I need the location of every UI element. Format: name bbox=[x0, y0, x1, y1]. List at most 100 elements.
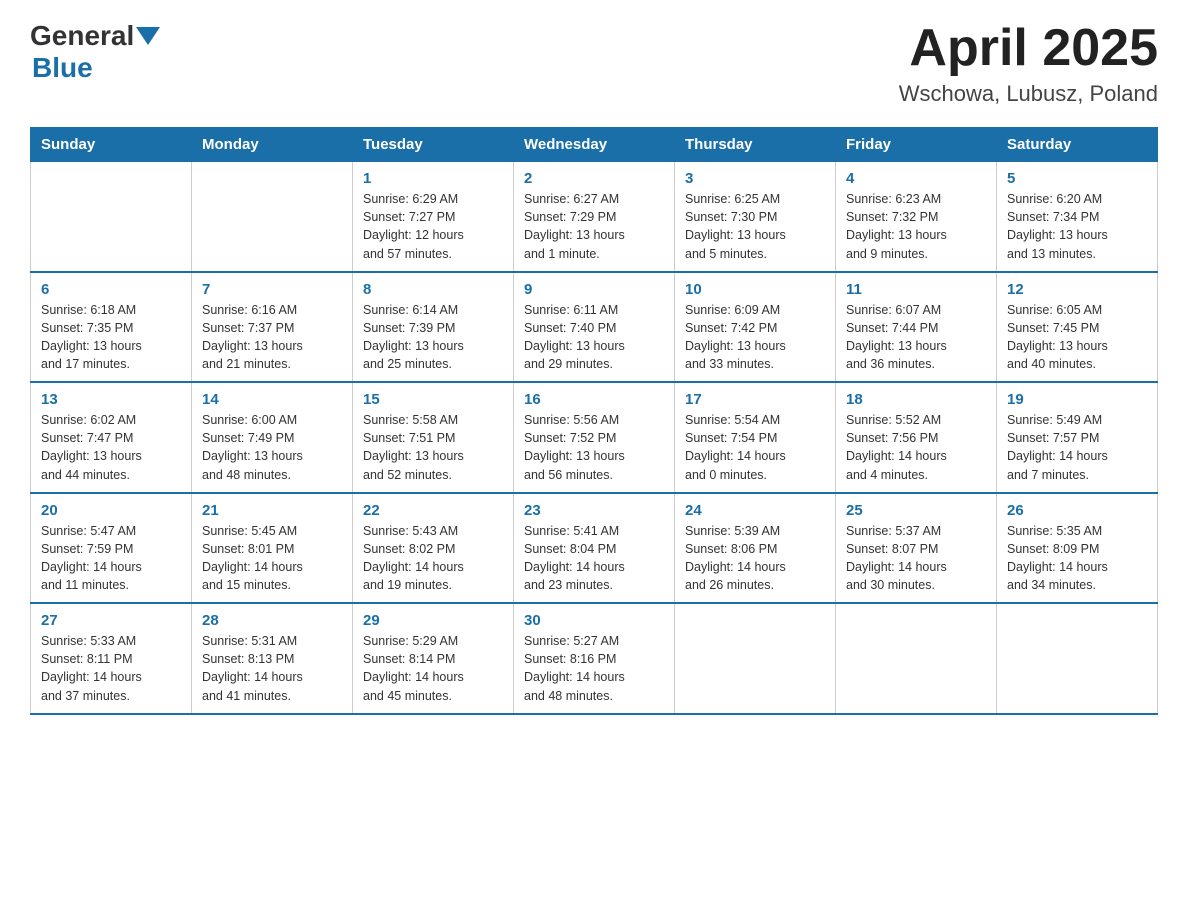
calendar-cell: 22 Sunrise: 5:43 AM Sunset: 8:02 PM Dayli… bbox=[353, 493, 514, 604]
calendar-header-row: SundayMondayTuesdayWednesdayThursdayFrid… bbox=[31, 128, 1158, 162]
calendar-cell: 12 Sunrise: 6:05 AM Sunset: 7:45 PM Dayli… bbox=[997, 272, 1158, 383]
day-number: 19 bbox=[1007, 391, 1147, 408]
day-number: 23 bbox=[524, 502, 664, 519]
day-info: Sunrise: 6:18 AM Sunset: 7:35 PM Dayligh… bbox=[41, 301, 181, 374]
calendar-cell: 16Sunrise: 5:56 AM Sunset: 7:52 PM Dayli… bbox=[514, 382, 675, 493]
day-info: Sunrise: 6:11 AM Sunset: 7:40 PM Dayligh… bbox=[524, 301, 664, 374]
day-number: 20 bbox=[41, 502, 181, 519]
month-title: April 2025 bbox=[899, 20, 1158, 77]
day-info: Sunrise: 5:29 AM Sunset: 8:14 PM Dayligh… bbox=[363, 632, 503, 705]
day-info: Sunrise: 6:14 AM Sunset: 7:39 PM Dayligh… bbox=[363, 301, 503, 374]
day-number: 29 bbox=[363, 612, 503, 629]
day-number: 6 bbox=[41, 281, 181, 298]
calendar-cell: 26 Sunrise: 5:35 AM Sunset: 8:09 PM Dayli… bbox=[997, 493, 1158, 604]
calendar-cell: 29 Sunrise: 5:29 AM Sunset: 8:14 PM Dayli… bbox=[353, 603, 514, 714]
calendar-cell: 4 Sunrise: 6:23 AM Sunset: 7:32 PM Daylig… bbox=[836, 162, 997, 272]
column-header-saturday: Saturday bbox=[997, 128, 1158, 162]
calendar-cell: 13 Sunrise: 6:02 AM Sunset: 7:47 PM Dayli… bbox=[31, 382, 192, 493]
day-number: 4 bbox=[846, 170, 986, 187]
column-header-monday: Monday bbox=[192, 128, 353, 162]
calendar-week-row: 27 Sunrise: 5:33 AM Sunset: 8:11 PM Dayli… bbox=[31, 603, 1158, 714]
day-info: Sunrise: 5:45 AM Sunset: 8:01 PM Dayligh… bbox=[202, 522, 342, 595]
day-info: Sunrise: 6:25 AM Sunset: 7:30 PM Dayligh… bbox=[685, 190, 825, 263]
column-header-sunday: Sunday bbox=[31, 128, 192, 162]
day-info: Sunrise: 5:43 AM Sunset: 8:02 PM Dayligh… bbox=[363, 522, 503, 595]
calendar-table: SundayMondayTuesdayWednesdayThursdayFrid… bbox=[30, 127, 1158, 715]
calendar-cell: 11Sunrise: 6:07 AM Sunset: 7:44 PM Dayli… bbox=[836, 272, 997, 383]
day-info: Sunrise: 5:33 AM Sunset: 8:11 PM Dayligh… bbox=[41, 632, 181, 705]
day-info: Sunrise: 6:00 AM Sunset: 7:49 PM Dayligh… bbox=[202, 411, 342, 484]
day-number: 5 bbox=[1007, 170, 1147, 187]
calendar-cell: 7 Sunrise: 6:16 AM Sunset: 7:37 PM Daylig… bbox=[192, 272, 353, 383]
day-number: 21 bbox=[202, 502, 342, 519]
calendar-week-row: 1 Sunrise: 6:29 AM Sunset: 7:27 PM Daylig… bbox=[31, 162, 1158, 272]
title-block: April 2025 Wschowa, Lubusz, Poland bbox=[899, 20, 1158, 107]
column-header-wednesday: Wednesday bbox=[514, 128, 675, 162]
logo-blue-text: Blue bbox=[32, 52, 93, 83]
calendar-cell bbox=[836, 603, 997, 714]
column-header-friday: Friday bbox=[836, 128, 997, 162]
day-info: Sunrise: 5:39 AM Sunset: 8:06 PM Dayligh… bbox=[685, 522, 825, 595]
day-number: 3 bbox=[685, 170, 825, 187]
day-number: 15 bbox=[363, 391, 503, 408]
calendar-week-row: 20 Sunrise: 5:47 AM Sunset: 7:59 PM Dayli… bbox=[31, 493, 1158, 604]
column-header-tuesday: Tuesday bbox=[353, 128, 514, 162]
day-number: 10 bbox=[685, 281, 825, 298]
day-number: 12 bbox=[1007, 281, 1147, 298]
day-number: 30 bbox=[524, 612, 664, 629]
day-number: 2 bbox=[524, 170, 664, 187]
calendar-week-row: 13 Sunrise: 6:02 AM Sunset: 7:47 PM Dayli… bbox=[31, 382, 1158, 493]
day-number: 27 bbox=[41, 612, 181, 629]
calendar-cell: 6 Sunrise: 6:18 AM Sunset: 7:35 PM Daylig… bbox=[31, 272, 192, 383]
day-info: Sunrise: 5:58 AM Sunset: 7:51 PM Dayligh… bbox=[363, 411, 503, 484]
day-number: 17 bbox=[685, 391, 825, 408]
day-info: Sunrise: 6:16 AM Sunset: 7:37 PM Dayligh… bbox=[202, 301, 342, 374]
day-number: 8 bbox=[363, 281, 503, 298]
day-info: Sunrise: 5:37 AM Sunset: 8:07 PM Dayligh… bbox=[846, 522, 986, 595]
day-info: Sunrise: 5:54 AM Sunset: 7:54 PM Dayligh… bbox=[685, 411, 825, 484]
day-number: 28 bbox=[202, 612, 342, 629]
calendar-cell bbox=[997, 603, 1158, 714]
calendar-cell: 9 Sunrise: 6:11 AM Sunset: 7:40 PM Daylig… bbox=[514, 272, 675, 383]
day-info: Sunrise: 5:35 AM Sunset: 8:09 PM Dayligh… bbox=[1007, 522, 1147, 595]
day-info: Sunrise: 5:27 AM Sunset: 8:16 PM Dayligh… bbox=[524, 632, 664, 705]
calendar-cell: 3 Sunrise: 6:25 AM Sunset: 7:30 PM Daylig… bbox=[675, 162, 836, 272]
day-info: Sunrise: 5:49 AM Sunset: 7:57 PM Dayligh… bbox=[1007, 411, 1147, 484]
day-number: 13 bbox=[41, 391, 181, 408]
calendar-week-row: 6 Sunrise: 6:18 AM Sunset: 7:35 PM Daylig… bbox=[31, 272, 1158, 383]
calendar-cell: 23Sunrise: 5:41 AM Sunset: 8:04 PM Dayli… bbox=[514, 493, 675, 604]
day-info: Sunrise: 5:47 AM Sunset: 7:59 PM Dayligh… bbox=[41, 522, 181, 595]
calendar-cell: 2Sunrise: 6:27 AM Sunset: 7:29 PM Daylig… bbox=[514, 162, 675, 272]
day-number: 22 bbox=[363, 502, 503, 519]
calendar-cell: 1 Sunrise: 6:29 AM Sunset: 7:27 PM Daylig… bbox=[353, 162, 514, 272]
calendar-cell: 21 Sunrise: 5:45 AM Sunset: 8:01 PM Dayli… bbox=[192, 493, 353, 604]
day-number: 11 bbox=[846, 281, 986, 298]
day-info: Sunrise: 6:29 AM Sunset: 7:27 PM Dayligh… bbox=[363, 190, 503, 263]
day-info: Sunrise: 6:02 AM Sunset: 7:47 PM Dayligh… bbox=[41, 411, 181, 484]
day-number: 9 bbox=[524, 281, 664, 298]
calendar-cell: 24 Sunrise: 5:39 AM Sunset: 8:06 PM Dayli… bbox=[675, 493, 836, 604]
day-info: Sunrise: 6:05 AM Sunset: 7:45 PM Dayligh… bbox=[1007, 301, 1147, 374]
calendar-cell: 27 Sunrise: 5:33 AM Sunset: 8:11 PM Dayli… bbox=[31, 603, 192, 714]
calendar-cell: 14Sunrise: 6:00 AM Sunset: 7:49 PM Dayli… bbox=[192, 382, 353, 493]
page-header: General Blue April 2025 Wschowa, Lubusz,… bbox=[30, 20, 1158, 107]
calendar-cell bbox=[31, 162, 192, 272]
day-number: 25 bbox=[846, 502, 986, 519]
day-number: 24 bbox=[685, 502, 825, 519]
day-number: 7 bbox=[202, 281, 342, 298]
day-info: Sunrise: 6:09 AM Sunset: 7:42 PM Dayligh… bbox=[685, 301, 825, 374]
calendar-cell: 25 Sunrise: 5:37 AM Sunset: 8:07 PM Dayli… bbox=[836, 493, 997, 604]
day-info: Sunrise: 5:52 AM Sunset: 7:56 PM Dayligh… bbox=[846, 411, 986, 484]
calendar-cell: 30 Sunrise: 5:27 AM Sunset: 8:16 PM Dayli… bbox=[514, 603, 675, 714]
calendar-cell: 5 Sunrise: 6:20 AM Sunset: 7:34 PM Daylig… bbox=[997, 162, 1158, 272]
day-info: Sunrise: 6:20 AM Sunset: 7:34 PM Dayligh… bbox=[1007, 190, 1147, 263]
logo-general-text: General bbox=[30, 20, 134, 52]
day-number: 26 bbox=[1007, 502, 1147, 519]
day-info: Sunrise: 5:31 AM Sunset: 8:13 PM Dayligh… bbox=[202, 632, 342, 705]
location-text: Wschowa, Lubusz, Poland bbox=[899, 81, 1158, 107]
day-number: 1 bbox=[363, 170, 503, 187]
logo-arrow-icon2 bbox=[148, 27, 160, 45]
day-info: Sunrise: 6:23 AM Sunset: 7:32 PM Dayligh… bbox=[846, 190, 986, 263]
calendar-cell: 15 Sunrise: 5:58 AM Sunset: 7:51 PM Dayli… bbox=[353, 382, 514, 493]
calendar-cell: 10 Sunrise: 6:09 AM Sunset: 7:42 PM Dayli… bbox=[675, 272, 836, 383]
